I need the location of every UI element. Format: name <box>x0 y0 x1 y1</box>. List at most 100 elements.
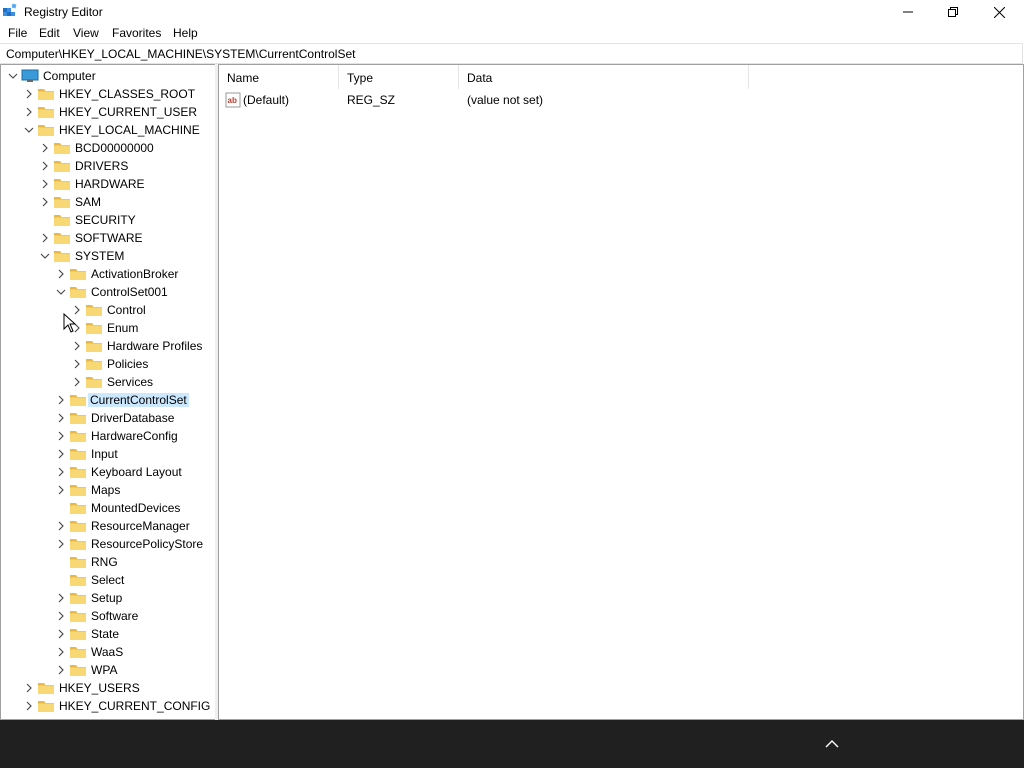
tree-node-security[interactable]: SECURITY <box>1 211 213 229</box>
menu-file[interactable]: File <box>8 26 27 40</box>
tree-node-resourcepolicystore[interactable]: ResourcePolicyStore <box>1 535 213 553</box>
tree-node-mounteddevices[interactable]: MountedDevices <box>1 499 213 517</box>
restore-button[interactable] <box>930 0 976 24</box>
tree-node-policies[interactable]: Policies <box>1 355 213 373</box>
chevron-right-icon[interactable] <box>55 592 67 604</box>
chevron-right-icon[interactable] <box>55 412 67 424</box>
tree-label: Control <box>107 303 146 317</box>
tree-node-waas[interactable]: WaaS <box>1 643 213 661</box>
menu-favorites[interactable]: Favorites <box>112 26 161 40</box>
tree-node-sam[interactable]: SAM <box>1 193 213 211</box>
chevron-down-icon[interactable] <box>23 124 35 136</box>
tree-node-setup[interactable]: Setup <box>1 589 213 607</box>
tree-node-wpa[interactable]: WPA <box>1 661 213 679</box>
chevron-right-icon[interactable] <box>23 682 35 694</box>
svg-text:ab: ab <box>228 96 237 105</box>
tree-node-enum[interactable]: Enum <box>1 319 213 337</box>
tree-label: SOFTWARE <box>75 231 143 245</box>
folder-icon <box>70 413 86 424</box>
chevron-right-icon[interactable] <box>55 628 67 640</box>
tree-node-computer[interactable]: Computer <box>1 67 213 85</box>
chevron-right-icon[interactable] <box>55 430 67 442</box>
chevron-right-icon[interactable] <box>39 142 51 154</box>
tree-node-hkcr[interactable]: HKEY_CLASSES_ROOT <box>1 85 213 103</box>
column-header-type[interactable]: Type <box>339 65 459 89</box>
string-value-icon: ab <box>225 92 241 108</box>
list-item[interactable]: ab (Default) REG_SZ (value not set) <box>219 91 1019 109</box>
registry-tree[interactable]: Computer HKEY_CLASSES_ROOT HKEY_CURRENT_… <box>0 64 216 720</box>
tree-node-state[interactable]: State <box>1 625 213 643</box>
chevron-right-icon[interactable] <box>39 196 51 208</box>
column-header-data[interactable]: Data <box>459 65 749 89</box>
tree-node-system[interactable]: SYSTEM <box>1 247 213 265</box>
chevron-right-icon[interactable] <box>55 610 67 622</box>
chevron-right-icon[interactable] <box>71 376 83 388</box>
column-header-name[interactable]: Name <box>219 65 339 89</box>
tree-node-drivers[interactable]: DRIVERS <box>1 157 213 175</box>
tree-node-currentcontrolset[interactable]: CurrentControlSet <box>1 391 213 409</box>
chevron-right-icon[interactable] <box>23 88 35 100</box>
tree-node-activationbroker[interactable]: ActivationBroker <box>1 265 213 283</box>
tree-label: Maps <box>91 483 121 497</box>
chevron-right-icon[interactable] <box>55 466 67 478</box>
chevron-down-icon[interactable] <box>39 250 51 262</box>
tree-node-keyboardlayout[interactable]: Keyboard Layout <box>1 463 213 481</box>
tree-node-driverdatabase[interactable]: DriverDatabase <box>1 409 213 427</box>
tree-node-control[interactable]: Control <box>1 301 213 319</box>
chevron-right-icon[interactable] <box>55 448 67 460</box>
menu-bar: File Edit View Favorites Help <box>0 24 1024 43</box>
tree-node-services[interactable]: Services <box>1 373 213 391</box>
chevron-right-icon[interactable] <box>39 160 51 172</box>
folder-icon <box>38 89 54 100</box>
tree-node-bcd[interactable]: BCD00000000 <box>1 139 213 157</box>
close-button[interactable] <box>976 0 1022 24</box>
chevron-right-icon[interactable] <box>23 700 35 712</box>
tree-node-hku[interactable]: HKEY_USERS <box>1 679 213 697</box>
chevron-right-icon[interactable] <box>39 232 51 244</box>
chevron-right-icon[interactable] <box>55 394 67 406</box>
tree-node-hardware[interactable]: HARDWARE <box>1 175 213 193</box>
folder-icon <box>70 449 86 460</box>
tree-node-maps[interactable]: Maps <box>1 481 213 499</box>
tree-node-hardwareconfig[interactable]: HardwareConfig <box>1 427 213 445</box>
values-list[interactable]: Name Type Data ab (Default) REG_SZ (valu… <box>218 64 1024 720</box>
mouse-cursor-icon <box>63 313 77 333</box>
folder-icon <box>54 143 70 154</box>
chevron-right-icon[interactable] <box>55 664 67 676</box>
chevron-right-icon[interactable] <box>55 646 67 658</box>
tree-label: Services <box>107 375 154 389</box>
folder-icon <box>70 575 86 586</box>
chevron-right-icon[interactable] <box>55 520 67 532</box>
tree-node-hardwareprofiles[interactable]: Hardware Profiles <box>1 337 213 355</box>
chevron-right-icon[interactable] <box>55 268 67 280</box>
tree-label: HardwareConfig <box>91 429 178 443</box>
chevron-right-icon[interactable] <box>39 178 51 190</box>
tree-node-controlset001[interactable]: ControlSet001 <box>1 283 213 301</box>
chevron-right-icon[interactable] <box>23 106 35 118</box>
chevron-down-icon[interactable] <box>55 286 67 298</box>
menu-help[interactable]: Help <box>173 26 198 40</box>
tree-node-resourcemanager[interactable]: ResourceManager <box>1 517 213 535</box>
chevron-right-icon[interactable] <box>55 538 67 550</box>
tree-node-hklm[interactable]: HKEY_LOCAL_MACHINE <box>1 121 213 139</box>
minimize-button[interactable] <box>885 0 931 24</box>
show-hidden-icons-chevron-up-icon[interactable] <box>822 736 842 752</box>
chevron-down-icon[interactable] <box>7 70 19 82</box>
tree-node-software-system[interactable]: Software <box>1 607 213 625</box>
tree-label: HKEY_USERS <box>59 681 140 695</box>
minimize-icon <box>903 11 913 13</box>
restore-icon <box>948 7 958 17</box>
chevron-right-icon[interactable] <box>71 340 83 352</box>
menu-edit[interactable]: Edit <box>39 26 60 40</box>
tree-node-select[interactable]: Select <box>1 571 213 589</box>
tree-node-rng[interactable]: RNG <box>1 553 213 571</box>
tree-node-input[interactable]: Input <box>1 445 213 463</box>
menu-view[interactable]: View <box>73 26 99 40</box>
tree-node-hkcc[interactable]: HKEY_CURRENT_CONFIG <box>1 697 213 715</box>
address-bar[interactable]: Computer\HKEY_LOCAL_MACHINE\SYSTEM\Curre… <box>0 43 1023 64</box>
computer-icon <box>21 69 39 82</box>
chevron-right-icon[interactable] <box>71 358 83 370</box>
tree-node-hkcu[interactable]: HKEY_CURRENT_USER <box>1 103 213 121</box>
chevron-right-icon[interactable] <box>55 484 67 496</box>
tree-node-software[interactable]: SOFTWARE <box>1 229 213 247</box>
